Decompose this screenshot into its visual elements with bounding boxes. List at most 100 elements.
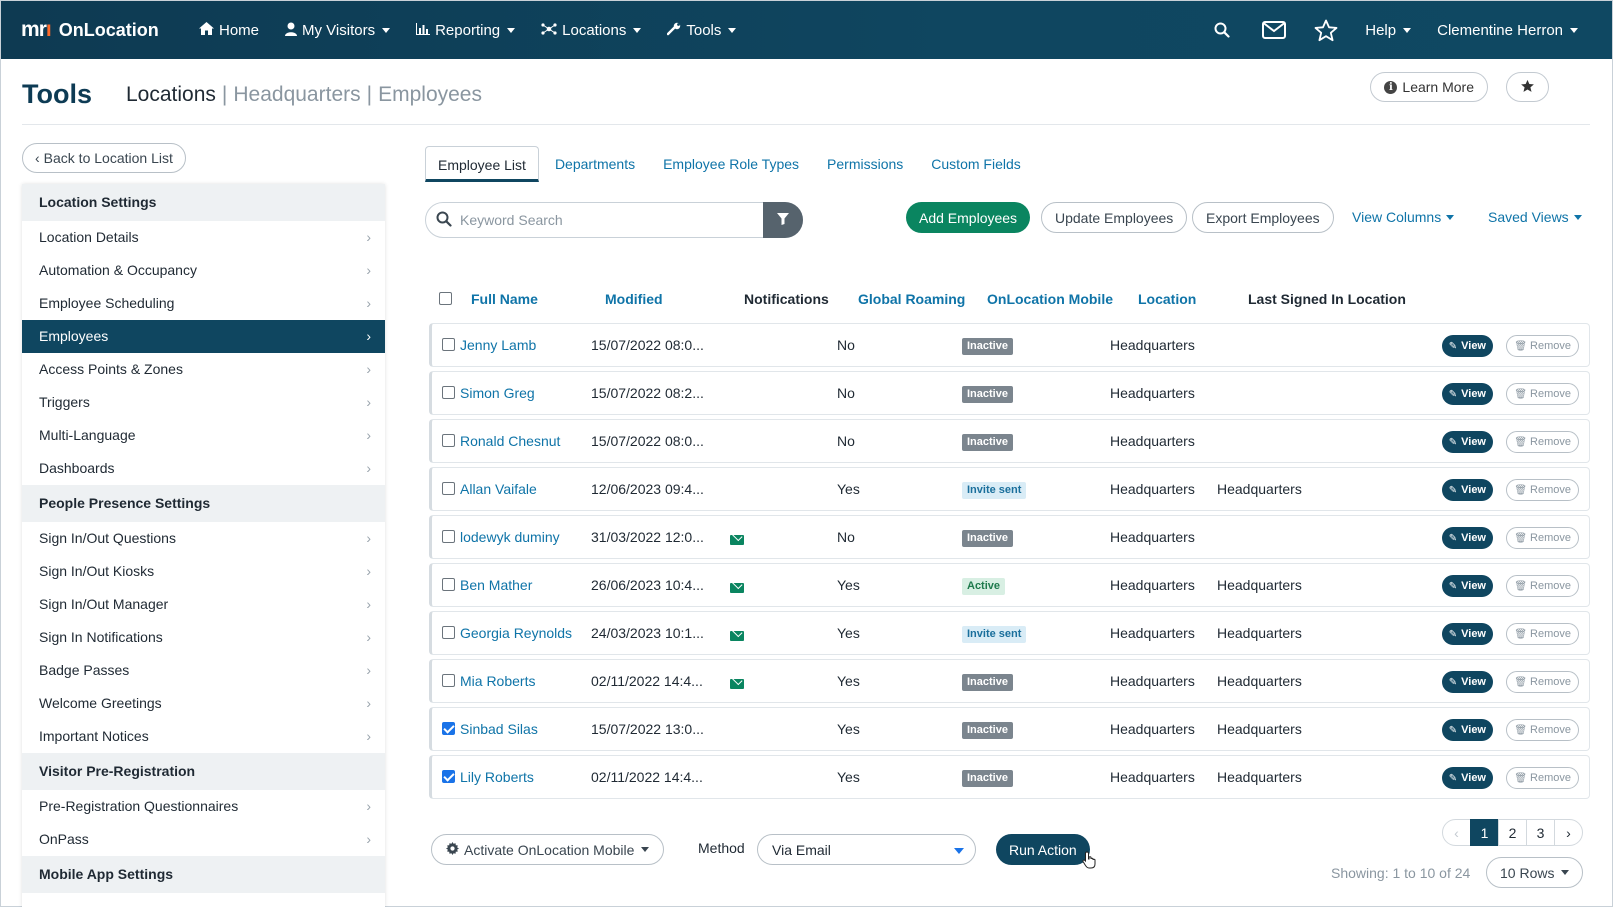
export-employees-button[interactable]: Export Employees [1192, 202, 1334, 233]
user-menu[interactable]: Clementine Herron [1437, 22, 1578, 39]
remove-button[interactable]: 🗑 Remove [1506, 383, 1579, 405]
view-button[interactable]: ✎ View [1441, 671, 1493, 693]
bulk-action-dropdown[interactable]: Activate OnLocation Mobile [431, 834, 665, 865]
saved-views-dropdown[interactable]: Saved Views [1488, 209, 1582, 225]
row-checkbox[interactable] [442, 530, 455, 546]
page-1-button[interactable]: 1 [1470, 819, 1499, 846]
remove-button[interactable]: 🗑 Remove [1506, 575, 1579, 597]
tab-employee-role-types[interactable]: Employee Role Types [651, 146, 811, 182]
row-checkbox[interactable] [442, 626, 455, 642]
filter-button[interactable] [763, 202, 803, 238]
sidebar-item-onpass[interactable]: OnPass › [22, 823, 385, 856]
remove-button[interactable]: 🗑 Remove [1506, 719, 1579, 741]
add-employees-button[interactable]: Add Employees [906, 202, 1031, 233]
column-location[interactable]: Location [1138, 291, 1196, 307]
column-modified[interactable]: Modified [605, 291, 663, 307]
row-checkbox[interactable] [442, 482, 455, 498]
sidebar-item-employees[interactable]: Employees › [22, 320, 385, 353]
rows-per-page-dropdown[interactable]: 10 Rows [1486, 857, 1584, 888]
view-button[interactable]: ✎ View [1441, 719, 1493, 741]
brand[interactable]: mrı OnLocation [21, 18, 199, 42]
sidebar-item-badge-passes[interactable]: Badge Passes › [22, 654, 385, 687]
view-button[interactable]: ✎ View [1441, 527, 1493, 549]
sidebar-item-important-notices[interactable]: Important Notices › [22, 720, 385, 753]
page-3-button[interactable]: 3 [1526, 819, 1555, 846]
search-icon[interactable] [1209, 17, 1235, 43]
view-button[interactable]: ✎ View [1441, 335, 1493, 357]
remove-button[interactable]: 🗑 Remove [1506, 431, 1579, 453]
remove-button[interactable]: 🗑 Remove [1506, 767, 1579, 789]
search-input[interactable] [460, 212, 745, 228]
employee-name-link[interactable]: Simon Greg [460, 385, 535, 401]
sidebar-item-dashboards[interactable]: Dashboards › [22, 452, 385, 485]
remove-button[interactable]: 🗑 Remove [1506, 479, 1579, 501]
prev-page-button[interactable]: ‹ [1442, 819, 1471, 846]
employee-name-link[interactable]: Ronald Chesnut [460, 433, 560, 449]
view-button[interactable]: ✎ View [1441, 767, 1493, 789]
remove-button[interactable]: 🗑 Remove [1506, 671, 1579, 693]
employee-name-link[interactable]: Allan Vaifale [460, 481, 537, 497]
favorite-button[interactable] [1506, 72, 1549, 102]
star-icon[interactable] [1313, 17, 1339, 43]
column-full-name[interactable]: Full Name [471, 291, 538, 307]
sidebar-item-welcome-greetings[interactable]: Welcome Greetings › [22, 687, 385, 720]
sidebar-item-sign-in-out-questions[interactable]: Sign In/Out Questions › [22, 522, 385, 555]
sidebar-item-triggers[interactable]: Triggers › [22, 386, 385, 419]
employee-name-link[interactable]: Mia Roberts [460, 673, 535, 689]
row-checkbox[interactable] [442, 338, 455, 354]
employee-name-link[interactable]: Ben Mather [460, 577, 532, 593]
remove-button[interactable]: 🗑 Remove [1506, 335, 1579, 357]
view-columns-dropdown[interactable]: View Columns [1352, 209, 1455, 225]
sidebar-item-sign-in-out-manager[interactable]: Sign In/Out Manager › [22, 588, 385, 621]
remove-button[interactable]: 🗑 Remove [1506, 527, 1579, 549]
tab-custom-fields[interactable]: Custom Fields [919, 146, 1032, 182]
sidebar-item-location-details[interactable]: Location Details › [22, 221, 385, 254]
row-checkbox[interactable] [442, 386, 455, 402]
nav-my-visitors[interactable]: My Visitors [285, 22, 391, 39]
view-button[interactable]: ✎ View [1441, 479, 1493, 501]
view-label: View [1461, 772, 1486, 784]
tab-permissions[interactable]: Permissions [815, 146, 915, 182]
employee-name-link[interactable]: lodewyk duminy [460, 529, 560, 545]
view-button[interactable]: ✎ View [1441, 383, 1493, 405]
nav-locations[interactable]: Locations [541, 22, 642, 39]
tab-employee-list[interactable]: Employee List [425, 146, 539, 182]
row-checkbox[interactable] [442, 674, 455, 690]
nav-help[interactable]: Help [1365, 22, 1412, 39]
select-all-checkbox[interactable] [439, 292, 452, 308]
table-row: Mia Roberts 02/11/2022 14:4... Yes Inactive… [429, 659, 1590, 703]
sidebar-item-access-points-zones[interactable]: Access Points & Zones › [22, 353, 385, 386]
row-checkbox[interactable] [442, 434, 455, 450]
row-checkbox[interactable] [442, 578, 455, 594]
view-button[interactable]: ✎ View [1441, 575, 1493, 597]
update-employees-button[interactable]: Update Employees [1041, 202, 1188, 233]
remove-button[interactable]: 🗑 Remove [1506, 623, 1579, 645]
row-checkbox[interactable] [442, 722, 455, 738]
sidebar-item-sign-in-out-kiosks[interactable]: Sign In/Out Kiosks › [22, 555, 385, 588]
tab-departments[interactable]: Departments [543, 146, 647, 182]
employee-name-link[interactable]: Lily Roberts [460, 769, 534, 785]
mail-icon[interactable] [1261, 17, 1287, 43]
nav-tools[interactable]: Tools [667, 22, 737, 39]
view-button[interactable]: ✎ View [1441, 623, 1493, 645]
learn-more-button[interactable]: i Learn More [1370, 72, 1488, 102]
view-button[interactable]: ✎ View [1441, 431, 1493, 453]
column-global-roaming[interactable]: Global Roaming [858, 291, 965, 307]
employee-name-link[interactable]: Sinbad Silas [460, 721, 538, 737]
sidebar-item-multi-language[interactable]: Multi-Language › [22, 419, 385, 452]
sidebar-item-sign-in-notifications[interactable]: Sign In Notifications › [22, 621, 385, 654]
nav-reporting[interactable]: Reporting [416, 22, 516, 39]
back-to-location-list-button[interactable]: ‹ Back to Location List [22, 143, 186, 173]
sidebar-item-pre-registration-questionnaires[interactable]: Pre-Registration Questionnaires › [22, 790, 385, 823]
employee-name-link[interactable]: Georgia Reynolds [460, 625, 572, 641]
next-page-button[interactable]: › [1554, 819, 1583, 846]
sidebar-item-automation-occupancy[interactable]: Automation & Occupancy › [22, 254, 385, 287]
row-checkbox[interactable] [442, 770, 455, 786]
employee-name-link[interactable]: Jenny Lamb [460, 337, 536, 353]
method-select[interactable]: Via Email [757, 834, 976, 865]
nav-home[interactable]: Home [199, 22, 259, 39]
run-action-button[interactable]: Run Action [996, 834, 1090, 865]
sidebar-item-employee-scheduling[interactable]: Employee Scheduling › [22, 287, 385, 320]
column-onlocation-mobile[interactable]: OnLocation Mobile [987, 291, 1113, 307]
page-2-button[interactable]: 2 [1498, 819, 1527, 846]
